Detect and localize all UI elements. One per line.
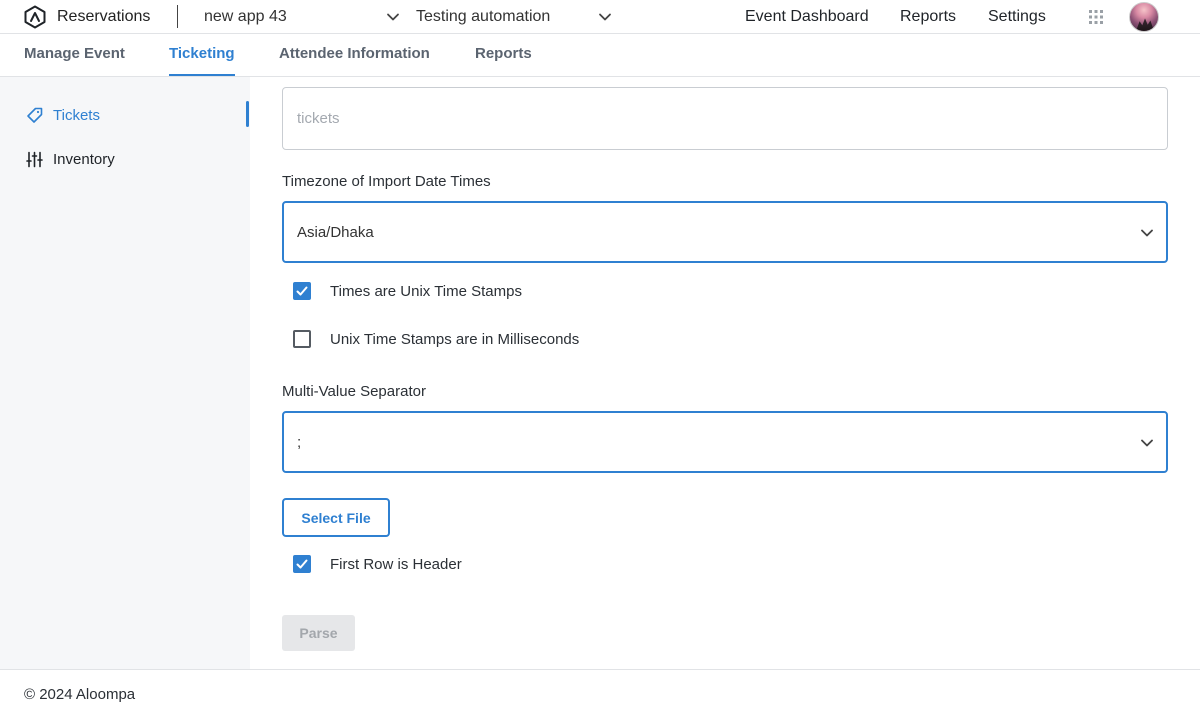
footer: © 2024 Aloompa — [0, 669, 1200, 720]
import-form: Timezone of Import Date Times Asia/Dhaka… — [250, 77, 1200, 669]
chevron-down-icon — [1141, 439, 1153, 447]
timezone-select[interactable]: Asia/Dhaka — [282, 201, 1168, 263]
nav-event-dashboard[interactable]: Event Dashboard — [745, 4, 869, 30]
table-name-input[interactable] — [297, 110, 1167, 127]
ticket-icon — [27, 107, 43, 123]
tab-attendee-information[interactable]: Attendee Information — [279, 34, 430, 76]
parse-button[interactable]: Parse — [282, 615, 355, 651]
tab-bar: Manage Event Ticketing Attendee Informat… — [0, 34, 1200, 77]
unix-timestamps-checkbox[interactable]: Times are Unix Time Stamps — [293, 281, 522, 301]
unix-timestamps-label: Times are Unix Time Stamps — [330, 282, 522, 300]
sidebar-item-label: Inventory — [53, 150, 115, 168]
checkbox-checked[interactable] — [293, 282, 311, 300]
header-divider — [177, 5, 178, 28]
checkbox-checked[interactable] — [293, 555, 311, 573]
separator-value: ; — [297, 433, 302, 451]
sidebar-item-label: Tickets — [53, 106, 100, 124]
tab-manage-event[interactable]: Manage Event — [24, 34, 125, 76]
first-row-header-label: First Row is Header — [330, 555, 462, 573]
app-name: Reservations — [57, 8, 151, 25]
milliseconds-checkbox[interactable]: Unix Time Stamps are in Milliseconds — [293, 329, 579, 349]
chevron-down-icon — [1141, 229, 1153, 237]
avatar[interactable] — [1129, 2, 1159, 32]
chevron-down-icon — [387, 13, 399, 21]
chevron-down-icon — [599, 13, 611, 21]
tab-ticketing[interactable]: Ticketing — [169, 34, 235, 76]
tab-reports[interactable]: Reports — [475, 34, 532, 76]
top-bar: Reservations new app 43 Testing automati… — [0, 0, 1200, 34]
nav-reports[interactable]: Reports — [900, 4, 956, 30]
timezone-value: Asia/Dhaka — [297, 223, 374, 241]
checkmark-icon — [296, 559, 308, 569]
brand[interactable]: Reservations — [23, 4, 150, 30]
nav-settings[interactable]: Settings — [988, 4, 1046, 30]
checkmark-icon — [296, 286, 308, 296]
active-indicator — [246, 101, 249, 127]
checkbox-unchecked[interactable] — [293, 330, 311, 348]
separator-label: Multi-Value Separator — [282, 383, 426, 400]
sliders-icon — [26, 151, 43, 167]
copyright-text: © 2024 Aloompa — [24, 686, 136, 703]
app-selector-label: new app 43 — [204, 8, 287, 25]
apps-grid-icon[interactable] — [1089, 10, 1103, 24]
first-row-header-checkbox[interactable]: First Row is Header — [293, 554, 462, 574]
milliseconds-label: Unix Time Stamps are in Milliseconds — [330, 330, 580, 348]
environment-selector[interactable]: Testing automation — [416, 4, 612, 30]
table-name-field[interactable] — [282, 87, 1168, 150]
select-file-button[interactable]: Select File — [282, 498, 390, 537]
sidebar-item-inventory[interactable]: Inventory — [0, 144, 250, 174]
app-logo-icon — [24, 5, 46, 29]
sidebar: Tickets Inventory — [0, 77, 250, 669]
sidebar-item-tickets[interactable]: Tickets — [0, 100, 250, 130]
app-selector[interactable]: new app 43 — [204, 4, 400, 30]
timezone-label: Timezone of Import Date Times — [282, 173, 491, 190]
environment-selector-label: Testing automation — [416, 8, 551, 25]
separator-select[interactable]: ; — [282, 411, 1168, 473]
